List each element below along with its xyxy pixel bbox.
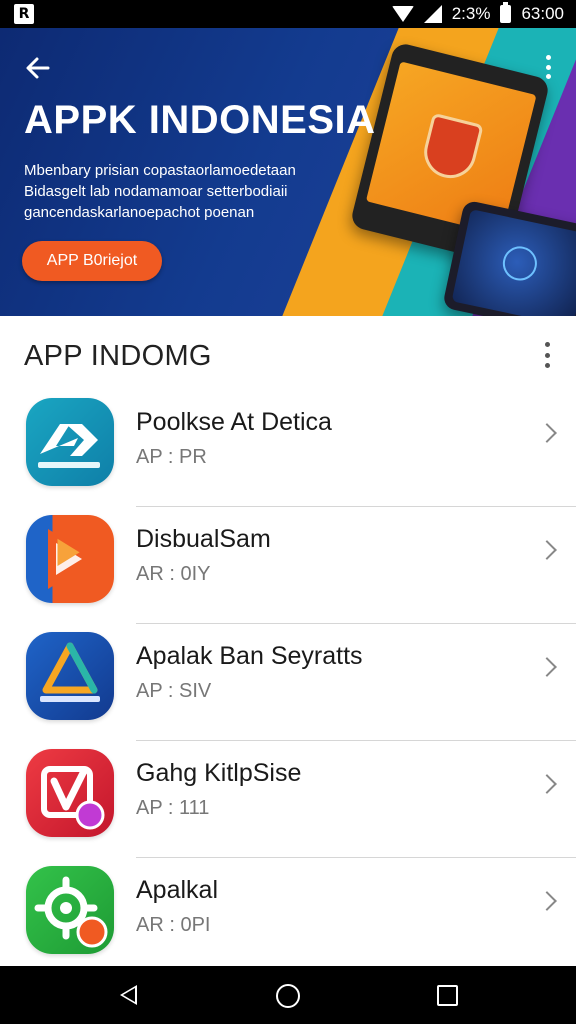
app-subtitle: AR : 0PI [136, 914, 211, 936]
section-header: APP INDOMG [0, 316, 576, 394]
list-item[interactable]: DisbualSam AR : 0IY [0, 507, 576, 624]
signal-icon [423, 5, 442, 23]
app-subtitle: AP : PR [136, 446, 207, 468]
globe-icon [499, 243, 541, 284]
wifi-icon [391, 6, 414, 22]
back-arrow-icon[interactable] [22, 52, 54, 84]
hero-banner: APPK INDONESIA Mbenbary prisian copastao… [0, 28, 576, 316]
app-subtitle: AP : SIV [136, 680, 212, 702]
chevron-right-icon [537, 423, 557, 443]
battery-percentage: 2:3% [451, 4, 491, 23]
section-title: APP INDOMG [24, 340, 212, 372]
nav-recents-icon[interactable] [437, 985, 458, 1006]
nav-back-icon[interactable] [120, 985, 137, 1005]
chevron-right-icon [537, 891, 557, 911]
overflow-menu-icon[interactable] [538, 52, 558, 82]
notification-icon: R [14, 4, 34, 24]
app-name: Poolkse At Detica [136, 408, 332, 436]
chevron-right-icon [537, 657, 557, 677]
double-arrow-icon [26, 398, 114, 486]
chevron-right-icon [537, 774, 557, 794]
section-overflow-menu-icon[interactable] [542, 342, 552, 368]
status-bar: R 2:3% 63:00 [0, 0, 576, 28]
triangle-logo-icon [26, 632, 114, 720]
app-subtitle: AR : 0IY [136, 563, 211, 585]
nav-home-icon[interactable] [276, 984, 300, 1008]
app-list: Poolkse At Detica AP : PR DisbualSam AR … [0, 390, 576, 975]
clock: 63:00 [521, 4, 564, 23]
list-item[interactable]: Gahg KitlpSise AP : 111 [0, 741, 576, 858]
shield-icon [418, 112, 484, 184]
app-name: Apalkal [136, 876, 218, 904]
status-indicators: 2:3% 63:00 [391, 0, 564, 28]
system-navigation-bar [0, 966, 576, 1024]
gear-person-icon [26, 866, 114, 954]
v-check-icon [26, 749, 114, 837]
app-name: Apalak Ban Seyratts [136, 642, 363, 670]
app-name: DisbualSam [136, 525, 271, 553]
banner-cta-button[interactable]: APP B0riejot [22, 241, 162, 281]
app-subtitle: AP : 111 [136, 797, 210, 819]
banner-description: Mbenbary prisian copastaorlamoedetaan Bi… [24, 162, 296, 221]
app-name: Gahg KitlpSise [136, 759, 302, 787]
banner-title: APPK INDONESIA [24, 98, 376, 142]
list-item[interactable]: Poolkse At Detica AP : PR [0, 390, 576, 507]
play-arrow-icon [26, 515, 114, 603]
chevron-right-icon [537, 540, 557, 560]
battery-icon [500, 2, 512, 23]
list-item[interactable]: Apalak Ban Seyratts AP : SIV [0, 624, 576, 741]
list-item[interactable]: Apalkal AR : 0PI [0, 858, 576, 975]
